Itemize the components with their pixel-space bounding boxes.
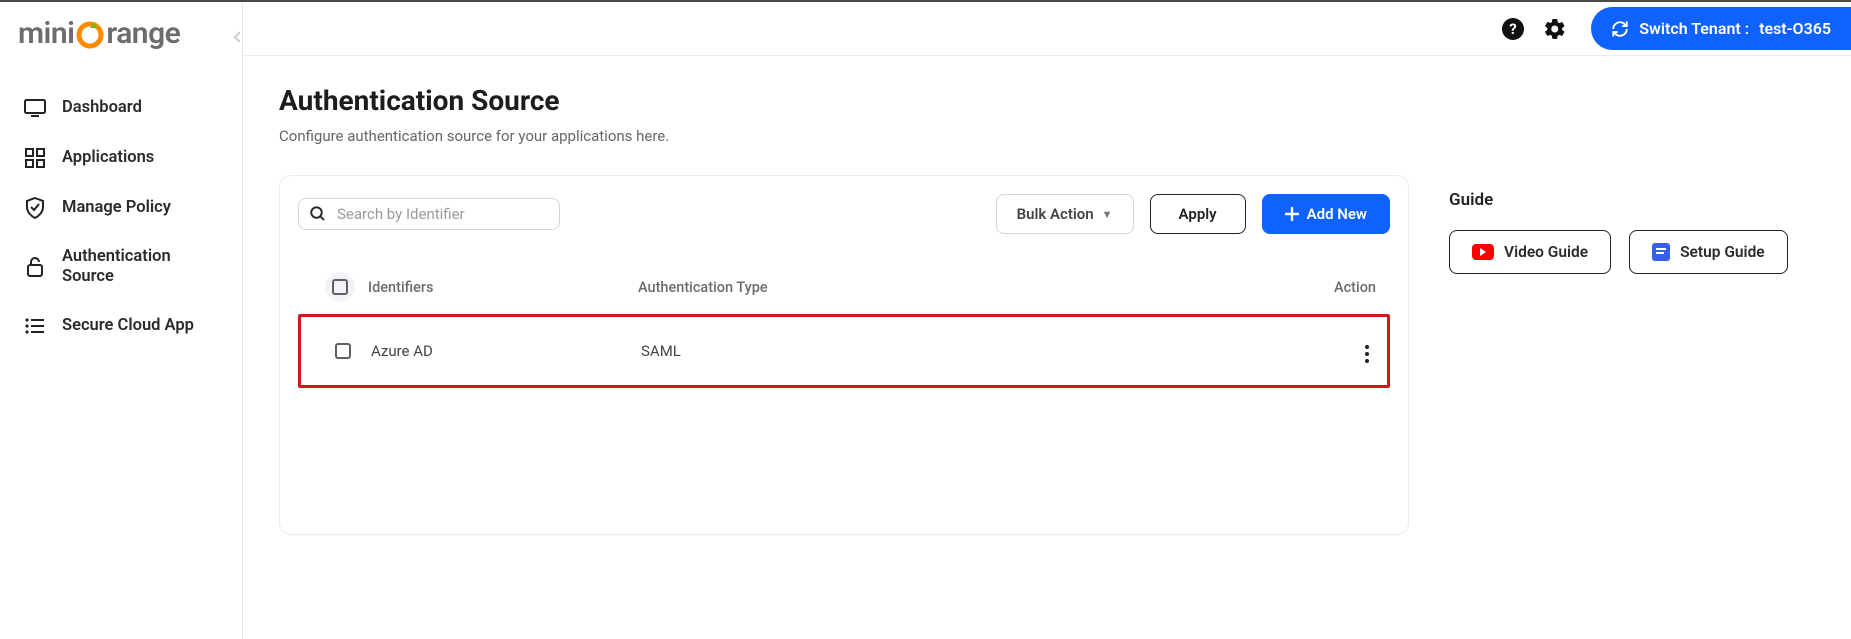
sidebar-collapse-chevron[interactable] [232, 30, 244, 44]
applications-icon [24, 147, 46, 169]
table-body-highlighted: Azure AD SAML [298, 314, 1390, 388]
video-guide-button[interactable]: Video Guide [1449, 230, 1611, 274]
setup-guide-label: Setup Guide [1680, 243, 1765, 261]
help-icon[interactable]: ? [1499, 15, 1527, 43]
row-action-menu[interactable] [1361, 341, 1373, 367]
lock-icon [24, 256, 46, 278]
sidebar-item-label: Dashboard [62, 98, 142, 118]
add-new-label: Add New [1307, 205, 1367, 223]
refresh-icon [1611, 20, 1629, 38]
switch-tenant-button[interactable]: Switch Tenant : test-O365 [1591, 7, 1851, 50]
add-new-button[interactable]: Add New [1262, 194, 1390, 234]
select-all-checkbox[interactable] [325, 272, 355, 302]
svg-text:?: ? [1510, 20, 1517, 38]
sidebar-nav: Dashboard Applications Manage Pol [0, 75, 242, 359]
sidebar-item-label: Manage Policy [62, 198, 171, 218]
chevron-down-icon: ▼ [1102, 208, 1113, 221]
list-icon [24, 315, 46, 337]
settings-gear-icon[interactable] [1541, 15, 1569, 43]
search-input[interactable] [337, 205, 549, 223]
dashboard-icon [24, 97, 46, 119]
brand-suffix: range [106, 16, 180, 51]
panel-toolbar: Bulk Action ▼ Apply Add New [298, 194, 1390, 234]
search-icon [309, 205, 327, 223]
shield-icon [24, 197, 46, 219]
sidebar-item-applications[interactable]: Applications [6, 133, 236, 183]
guide-panel: Guide Video Guide Setup Guide [1449, 84, 1788, 535]
row-checkbox[interactable] [335, 343, 351, 359]
brand-logo[interactable]: mini range [0, 12, 242, 75]
auth-source-panel: Bulk Action ▼ Apply Add New [279, 175, 1409, 535]
youtube-icon [1472, 244, 1494, 260]
document-icon [1652, 243, 1670, 261]
switch-tenant-label: Switch Tenant : [1639, 19, 1749, 38]
apply-label: Apply [1179, 205, 1217, 223]
header-type: Authentication Type [638, 279, 1306, 296]
table-header: Identifiers Authentication Type Action [298, 260, 1390, 314]
search-wrap[interactable] [298, 198, 560, 230]
page-title: Authentication Source [279, 84, 1409, 117]
sidebar-item-label: Secure Cloud App [62, 316, 194, 336]
apply-button[interactable]: Apply [1150, 194, 1246, 234]
setup-guide-button[interactable]: Setup Guide [1629, 230, 1788, 274]
main-area: ? Switch Tenant : test-O365 Authenticati… [243, 2, 1851, 639]
sidebar-item-secure-cloud-app[interactable]: Secure Cloud App [6, 301, 236, 351]
plus-icon [1285, 207, 1299, 221]
sidebar: mini range Dashboard [0, 2, 243, 639]
topbar: ? Switch Tenant : test-O365 [243, 2, 1851, 56]
sidebar-item-authentication-source[interactable]: Authentication Source [6, 233, 236, 301]
table-row[interactable]: Azure AD SAML [301, 317, 1387, 385]
row-identifier: Azure AD [371, 342, 641, 360]
bulk-action-button[interactable]: Bulk Action ▼ [996, 194, 1134, 234]
brand-prefix: mini [18, 16, 74, 51]
bulk-action-label: Bulk Action [1017, 205, 1094, 223]
guide-title: Guide [1449, 190, 1788, 210]
video-guide-label: Video Guide [1504, 243, 1588, 261]
sidebar-item-dashboard[interactable]: Dashboard [6, 83, 236, 133]
header-identifier: Identifiers [368, 279, 638, 296]
sidebar-item-label: Authentication Source [62, 247, 218, 287]
sidebar-item-manage-policy[interactable]: Manage Policy [6, 183, 236, 233]
tenant-name: test-O365 [1759, 19, 1831, 38]
page-subtitle: Configure authentication source for your… [279, 127, 1409, 145]
brand-o-icon [75, 19, 105, 49]
sidebar-item-label: Applications [62, 148, 154, 168]
header-action: Action [1306, 279, 1376, 296]
row-type: SAML [641, 342, 1303, 360]
